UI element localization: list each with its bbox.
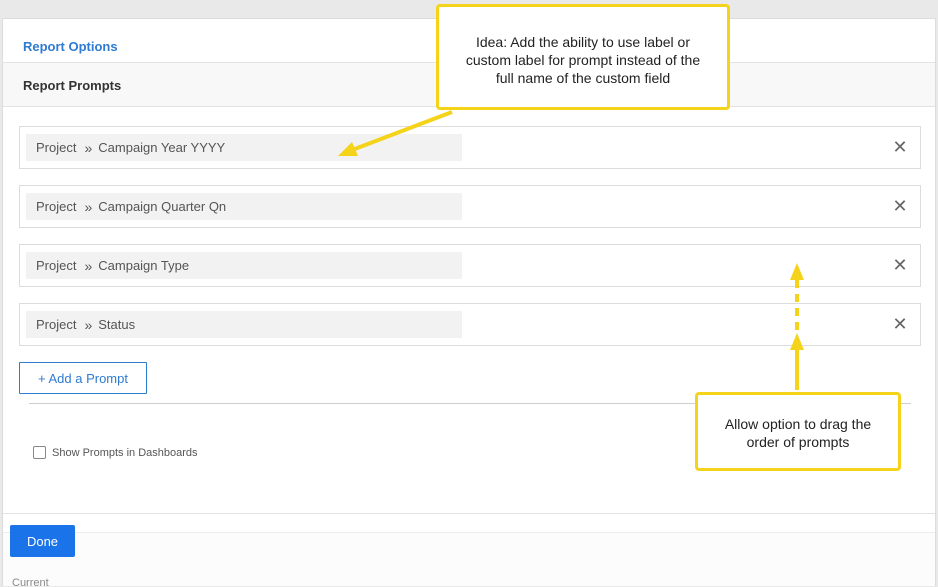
drag-arrow-head-lower: [790, 333, 804, 350]
idea-line: full name of the custom field: [495, 70, 671, 86]
idea-callout: Idea: Add the ability to use label or cu…: [436, 4, 730, 110]
idea-arrow-head: [338, 142, 358, 156]
drag-order-callout: Allow option to drag the order of prompt…: [695, 392, 901, 471]
drag-line: Allow option to drag the: [724, 416, 872, 432]
idea-line: custom label for prompt instead of the: [465, 52, 701, 68]
drag-arrow-head-upper: [790, 263, 804, 280]
drag-line: order of prompts: [746, 434, 850, 450]
idea-arrow-line: [351, 110, 453, 152]
idea-line: Idea: Add the ability to use label or: [475, 34, 691, 50]
